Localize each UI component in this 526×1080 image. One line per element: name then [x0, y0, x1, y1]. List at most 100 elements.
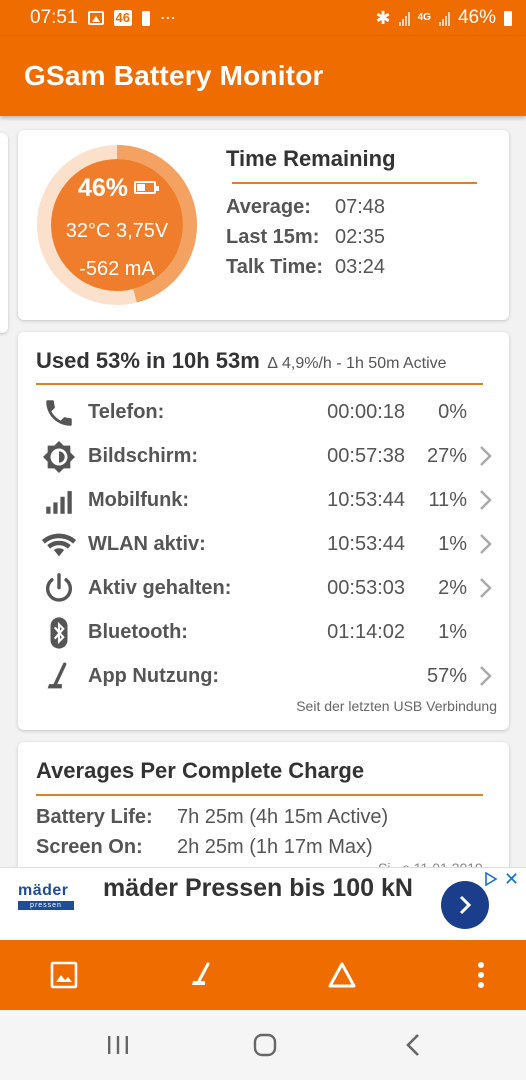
usage-label: WLAN aktiv: [88, 532, 206, 555]
ad-headline[interactable]: mäder Pressen bis 100 kN [103, 871, 423, 905]
app-title: GSam Battery Monitor [24, 60, 324, 91]
battery-icon [134, 181, 160, 194]
power-icon [46, 573, 72, 602]
divider [232, 182, 477, 184]
averages-list: Battery Life: 7h 25m (4h 15m Active) Scr… [36, 802, 388, 862]
usage-percent: 1% [438, 532, 467, 555]
usage-label: Mobilfunk: [88, 488, 190, 511]
bluetooth-status-icon: ✱ [375, 7, 391, 28]
system-nav-bar [0, 1010, 526, 1080]
gallery-notification-icon [87, 11, 104, 25]
app-usage-icon [192, 962, 210, 985]
usage-time: 00:00:18 [327, 400, 405, 423]
usage-row-wlan[interactable]: WLAN aktiv: 10:53:44 1% [18, 522, 509, 566]
temp-voltage: 32°C 3,75V [65, 220, 169, 242]
usage-row-app-nutzung[interactable]: App Nutzung: 57% [18, 654, 509, 698]
usage-label: Bildschirm: [88, 444, 199, 467]
logo-text: mäder [18, 882, 69, 899]
usage-percent: 1% [438, 620, 467, 643]
usage-percent: 27% [426, 444, 467, 467]
row-value: 02:35 [335, 225, 386, 248]
time-remaining-row: Talk Time: 03:24 [226, 252, 385, 282]
chevron-right-icon [480, 578, 492, 598]
more-vert-icon [478, 962, 484, 988]
ad-choices-icon[interactable] [484, 872, 498, 886]
recents-icon [108, 1036, 128, 1054]
row-value: 7h 25m (4h 15m Active) [177, 805, 389, 828]
back-button[interactable] [396, 1030, 430, 1060]
home-icon [253, 1033, 277, 1057]
bottom-toolbar [0, 940, 526, 1010]
app-usage-button[interactable] [184, 957, 220, 993]
bluetooth-icon [50, 617, 68, 649]
usage-percent: 11% [428, 488, 467, 511]
usage-label: App Nutzung: [88, 664, 220, 687]
chevron-right-icon [480, 446, 492, 466]
brightness-icon [42, 440, 76, 474]
divider [36, 383, 483, 385]
usage-label: Aktiv gehalten: [88, 576, 232, 599]
network-type-icon: 4G [417, 12, 431, 23]
usage-label: Telefon: [88, 400, 165, 423]
chevron-right-icon [480, 666, 492, 686]
signal-strength-icon-2 [438, 11, 450, 26]
gauge-text: 46% 32°C 3,75V -562 mA [36, 144, 198, 306]
usage-row-bluetooth[interactable]: Bluetooth: 01:14:02 1% [18, 610, 509, 654]
usage-time: 10:53:44 [327, 488, 405, 511]
logo-subtext: pressen [18, 901, 74, 910]
row-value: 07:48 [335, 195, 386, 218]
averages-title: Averages Per Complete Charge [36, 758, 365, 783]
usage-subtitle: ∆ 4,9%/h - 1h 50m Active [267, 355, 447, 372]
chevron-right-icon [459, 895, 472, 915]
time-remaining-row: Last 15m: 02:35 [226, 222, 385, 252]
ad-banner[interactable]: mäder pressen mäder Pressen bis 100 kN ✕ [0, 867, 526, 940]
row-label: Screen On: [36, 835, 143, 858]
time-remaining-row: Average: 07:48 [226, 192, 385, 222]
usage-title: Used 53% in 10h 53m [36, 348, 260, 373]
usage-percent: 57% [426, 664, 467, 687]
delta-icon [328, 962, 356, 988]
notification-badge: 46 [113, 10, 133, 26]
app-usage-icon [47, 662, 67, 689]
image-icon [50, 961, 78, 989]
averages-card: Averages Per Complete Charge Battery Lif… [18, 742, 509, 882]
battery-notification-icon [142, 10, 151, 26]
ad-close-icon[interactable]: ✕ [504, 870, 519, 888]
overflow-menu-button[interactable] [463, 957, 499, 993]
chevron-right-icon [480, 490, 492, 510]
advertiser-logo[interactable]: mäder pressen [18, 882, 74, 914]
row-value: 2h 25m (1h 17m Max) [177, 835, 373, 858]
usage-label: Bluetooth: [88, 620, 188, 643]
current-draw: -562 mA [79, 258, 155, 280]
usage-time: 00:53:03 [327, 576, 405, 599]
home-button[interactable] [248, 1030, 282, 1060]
ad-open-button[interactable] [441, 881, 489, 929]
usage-row-mobilfunk[interactable]: Mobilfunk: 10:53:44 11% [18, 478, 509, 522]
usage-row-telefon[interactable]: Telefon: 00:00:18 0% [18, 390, 509, 434]
usage-row-aktiv-gehalten[interactable]: Aktiv gehalten: 00:53:03 2% [18, 566, 509, 610]
usage-row-bildschirm[interactable]: Bildschirm: 00:57:38 27% [18, 434, 509, 478]
row-label: Last 15m: [226, 225, 320, 248]
status-bar: 07:51 46 ⋯ ✱ 4G 46% [0, 0, 526, 36]
chevron-right-icon [480, 534, 492, 554]
status-time: 07:51 [30, 7, 78, 28]
recents-button[interactable] [101, 1030, 135, 1060]
phone-icon [46, 400, 72, 426]
signal-icon [46, 491, 72, 514]
averages-row: Screen On: 2h 25m (1h 17m Max) [36, 832, 388, 862]
time-remaining-title: Time Remaining [226, 146, 396, 171]
image-button[interactable] [46, 957, 82, 993]
previous-page-card-edge[interactable] [0, 133, 8, 333]
status-battery-percent: 46% [457, 7, 496, 28]
wifi-icon [42, 533, 76, 557]
delta-button[interactable] [324, 957, 360, 993]
battery-summary-card[interactable]: 46% 32°C 3,75V -562 mA Time Remaining Av… [18, 130, 509, 320]
usage-list: Telefon: 00:00:18 0% Bildschirm: 00:57:3… [18, 390, 509, 698]
battery-percent: 46% [77, 174, 129, 202]
usage-card: Used 53% in 10h 53m ∆ 4,9%/h - 1h 50m Ac… [18, 332, 509, 730]
row-label: Battery Life: [36, 805, 153, 828]
time-remaining-list: Average: 07:48 Last 15m: 02:35 Talk Time… [226, 192, 385, 282]
row-value: 03:24 [335, 255, 386, 278]
more-notifications-icon: ⋯ [160, 10, 179, 27]
row-label: Average: [226, 195, 311, 218]
